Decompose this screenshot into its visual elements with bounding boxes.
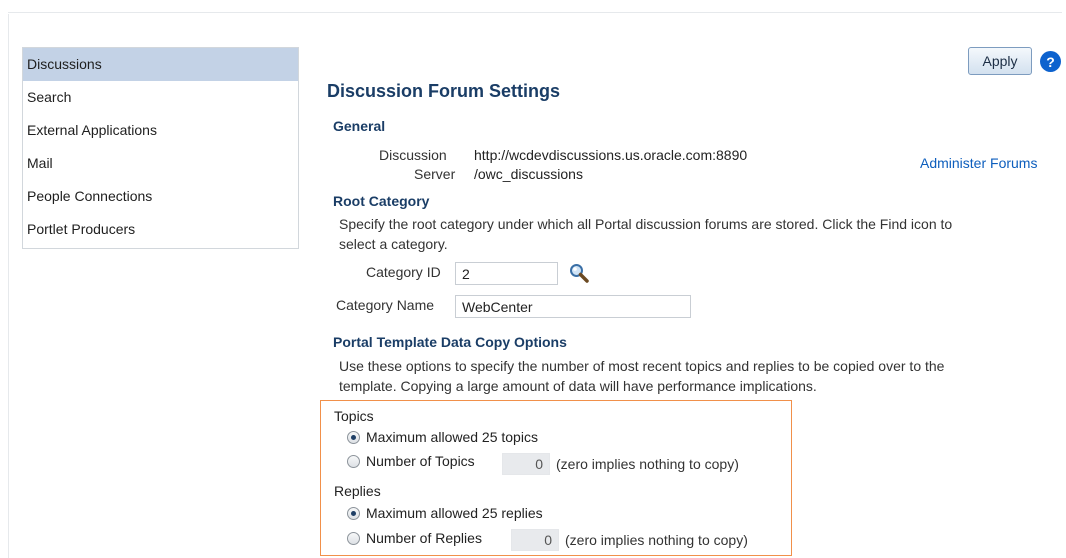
- server-label-line1: Discussion: [379, 147, 447, 163]
- topics-max-label: Maximum allowed 25 topics: [366, 429, 538, 445]
- server-label-line2: Server: [414, 166, 456, 182]
- replies-number-option[interactable]: Number of Replies: [347, 530, 482, 546]
- sidebar-item-mail[interactable]: Mail: [23, 147, 298, 180]
- replies-label: Replies: [334, 483, 381, 499]
- copy-options-description-line1: Use these options to specify the number …: [339, 358, 945, 374]
- category-id-input[interactable]: [455, 262, 558, 285]
- top-divider: [8, 12, 1062, 13]
- left-divider: [8, 14, 9, 558]
- server-url-line2: /owc_discussions: [474, 166, 583, 182]
- sidebar-item-portlet-producers[interactable]: Portlet Producers: [23, 213, 298, 246]
- replies-number-radio[interactable]: [347, 531, 360, 545]
- replies-number-label: Number of Replies: [366, 530, 482, 546]
- server-url-line1: http://wcdevdiscussions.us.oracle.com:88…: [474, 147, 748, 163]
- replies-max-radio[interactable]: [347, 506, 360, 520]
- copy-options-heading: Portal Template Data Copy Options: [333, 334, 567, 350]
- administer-forums-link[interactable]: Administer Forums: [920, 155, 1037, 171]
- topics-number-label: Number of Topics: [366, 453, 475, 469]
- topics-max-radio[interactable]: [347, 430, 360, 444]
- sidebar-item-external-applications[interactable]: External Applications: [23, 114, 298, 147]
- category-name-label: Category Name: [336, 297, 435, 313]
- replies-max-label: Maximum allowed 25 replies: [366, 505, 543, 521]
- topics-number-radio[interactable]: [347, 454, 360, 468]
- apply-button[interactable]: Apply: [968, 47, 1032, 75]
- sidebar-item-discussions[interactable]: Discussions: [23, 48, 298, 81]
- topics-hint: (zero implies nothing to copy): [556, 456, 739, 472]
- category-name-input[interactable]: [455, 295, 691, 318]
- general-heading: General: [333, 118, 386, 134]
- search-icon[interactable]: [568, 262, 590, 284]
- topics-max-option[interactable]: Maximum allowed 25 topics: [347, 429, 538, 445]
- root-category-description-line1: Specify the root category under which al…: [339, 216, 953, 232]
- page-title: Discussion Forum Settings: [327, 81, 561, 101]
- replies-hint: (zero implies nothing to copy): [565, 532, 748, 548]
- replies-max-option[interactable]: Maximum allowed 25 replies: [347, 505, 543, 521]
- topics-label: Topics: [334, 408, 374, 424]
- settings-sidebar: Discussions Search External Applications…: [22, 47, 299, 249]
- topics-number-option[interactable]: Number of Topics: [347, 453, 475, 469]
- topics-number-input[interactable]: [502, 453, 550, 475]
- sidebar-item-people-connections[interactable]: People Connections: [23, 180, 298, 213]
- help-icon[interactable]: ?: [1040, 51, 1061, 72]
- category-id-label: Category ID: [366, 264, 441, 280]
- root-category-description: Specify the root category under which al…: [339, 214, 1059, 254]
- replies-number-input[interactable]: [511, 529, 559, 551]
- copy-options-description: Use these options to specify the number …: [339, 356, 1059, 396]
- root-category-description-line2: select a category.: [339, 236, 448, 252]
- copy-options-description-line2: template. Copying a large amount of data…: [339, 378, 817, 394]
- sidebar-item-search[interactable]: Search: [23, 81, 298, 114]
- root-category-heading: Root Category: [333, 193, 430, 209]
